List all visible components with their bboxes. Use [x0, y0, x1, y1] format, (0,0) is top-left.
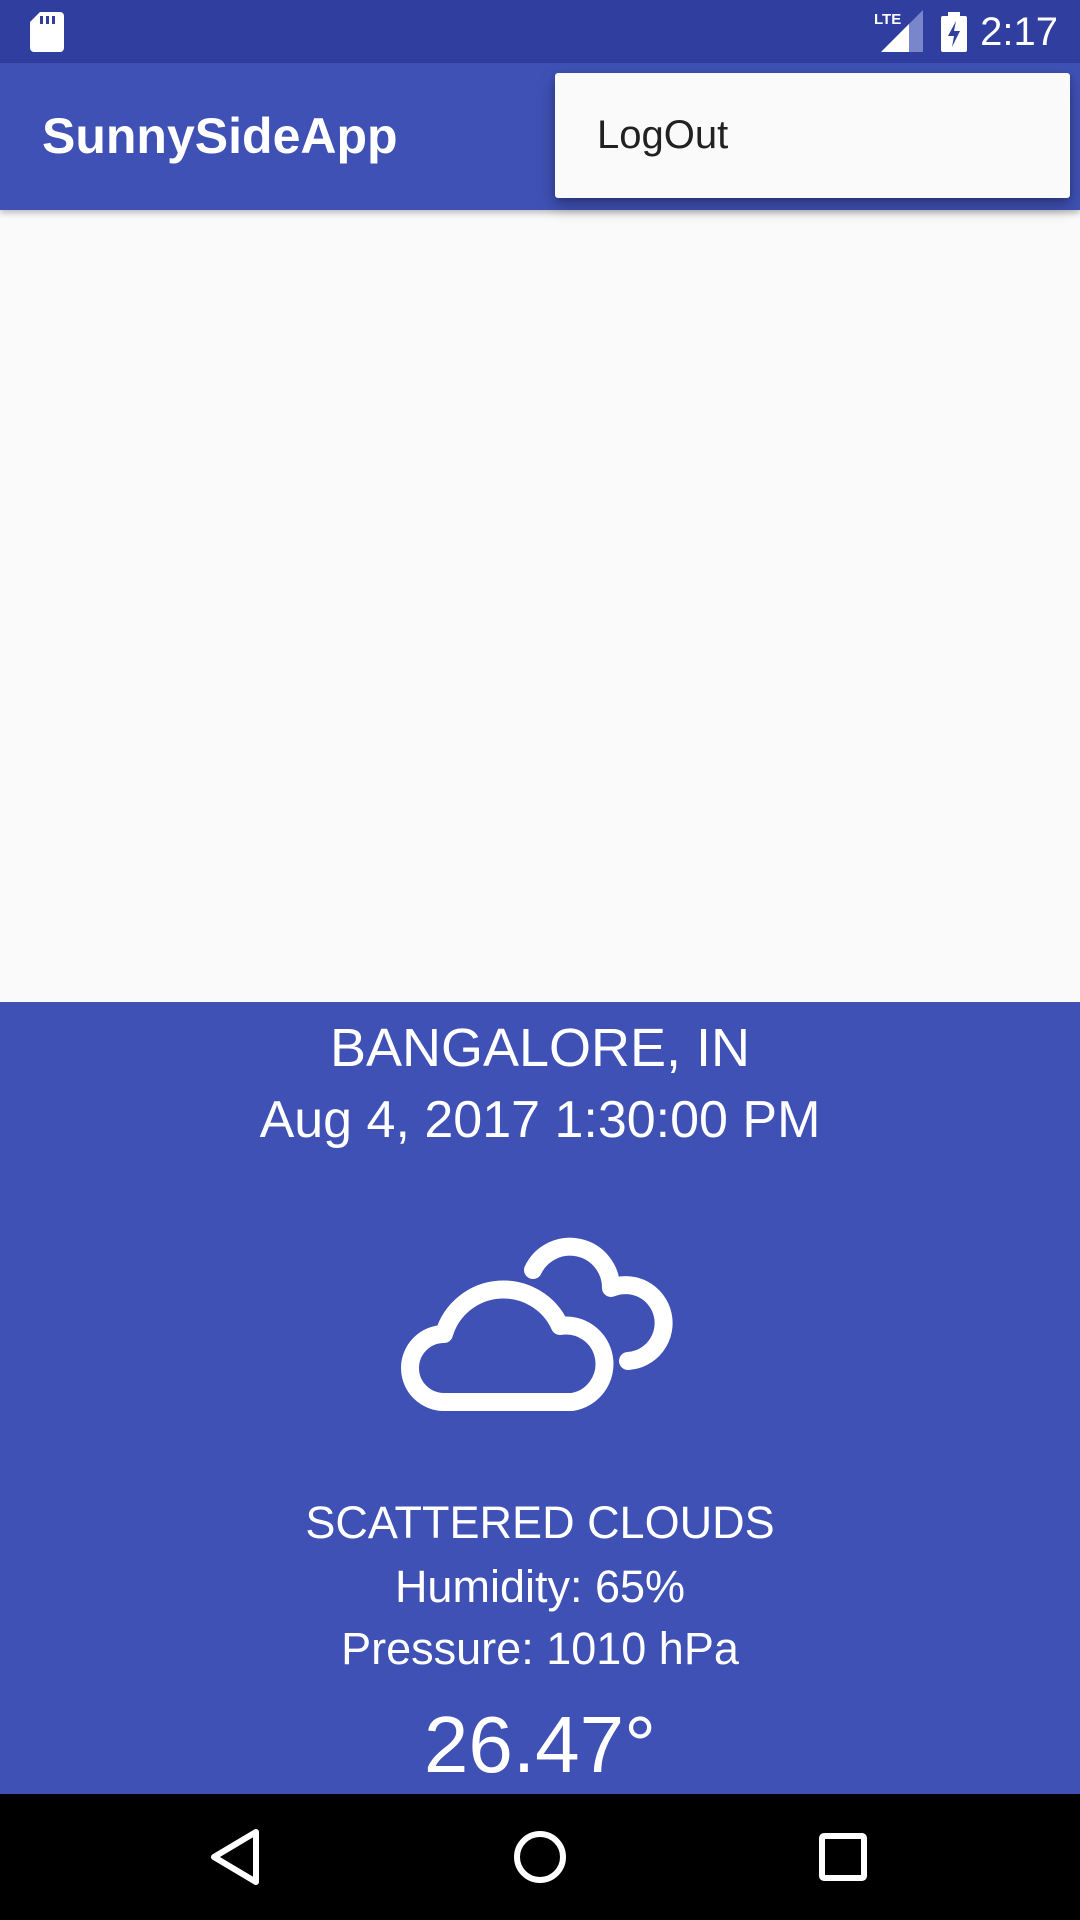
- scattered-clouds-icon: [401, 1237, 673, 1411]
- overflow-menu: LogOut: [555, 73, 1070, 198]
- app-title: SunnySideApp: [42, 108, 398, 164]
- pressure-value: Pressure: 1010 hPa: [341, 1623, 739, 1674]
- humidity-value: Humidity: 65%: [394, 1561, 686, 1612]
- sd-card-icon: [30, 12, 64, 52]
- city-name: BANGALORE, IN: [329, 1018, 751, 1078]
- lte-label: LTE: [874, 11, 901, 28]
- status-time: 2:17: [980, 10, 1058, 54]
- recents-icon[interactable]: [808, 1822, 878, 1892]
- date-time: Aug 4, 2017 1:30:00 PM: [259, 1091, 821, 1149]
- home-icon[interactable]: [505, 1822, 575, 1892]
- weather-description: SCATTERED CLOUDS: [305, 1497, 775, 1548]
- back-icon[interactable]: [200, 1822, 270, 1892]
- logout-menu-item[interactable]: LogOut: [597, 73, 728, 198]
- lte-signal-icon: LTE: [874, 10, 923, 52]
- weather-panel: BANGALORE, IN Aug 4, 2017 1:30:00 PM SCA…: [0, 1002, 1080, 1794]
- navigation-bar: [0, 1794, 1080, 1920]
- temperature-value: 26.47°: [423, 1700, 657, 1789]
- battery-charging-icon: [941, 12, 967, 52]
- status-bar: LTE 2:17: [0, 0, 1080, 63]
